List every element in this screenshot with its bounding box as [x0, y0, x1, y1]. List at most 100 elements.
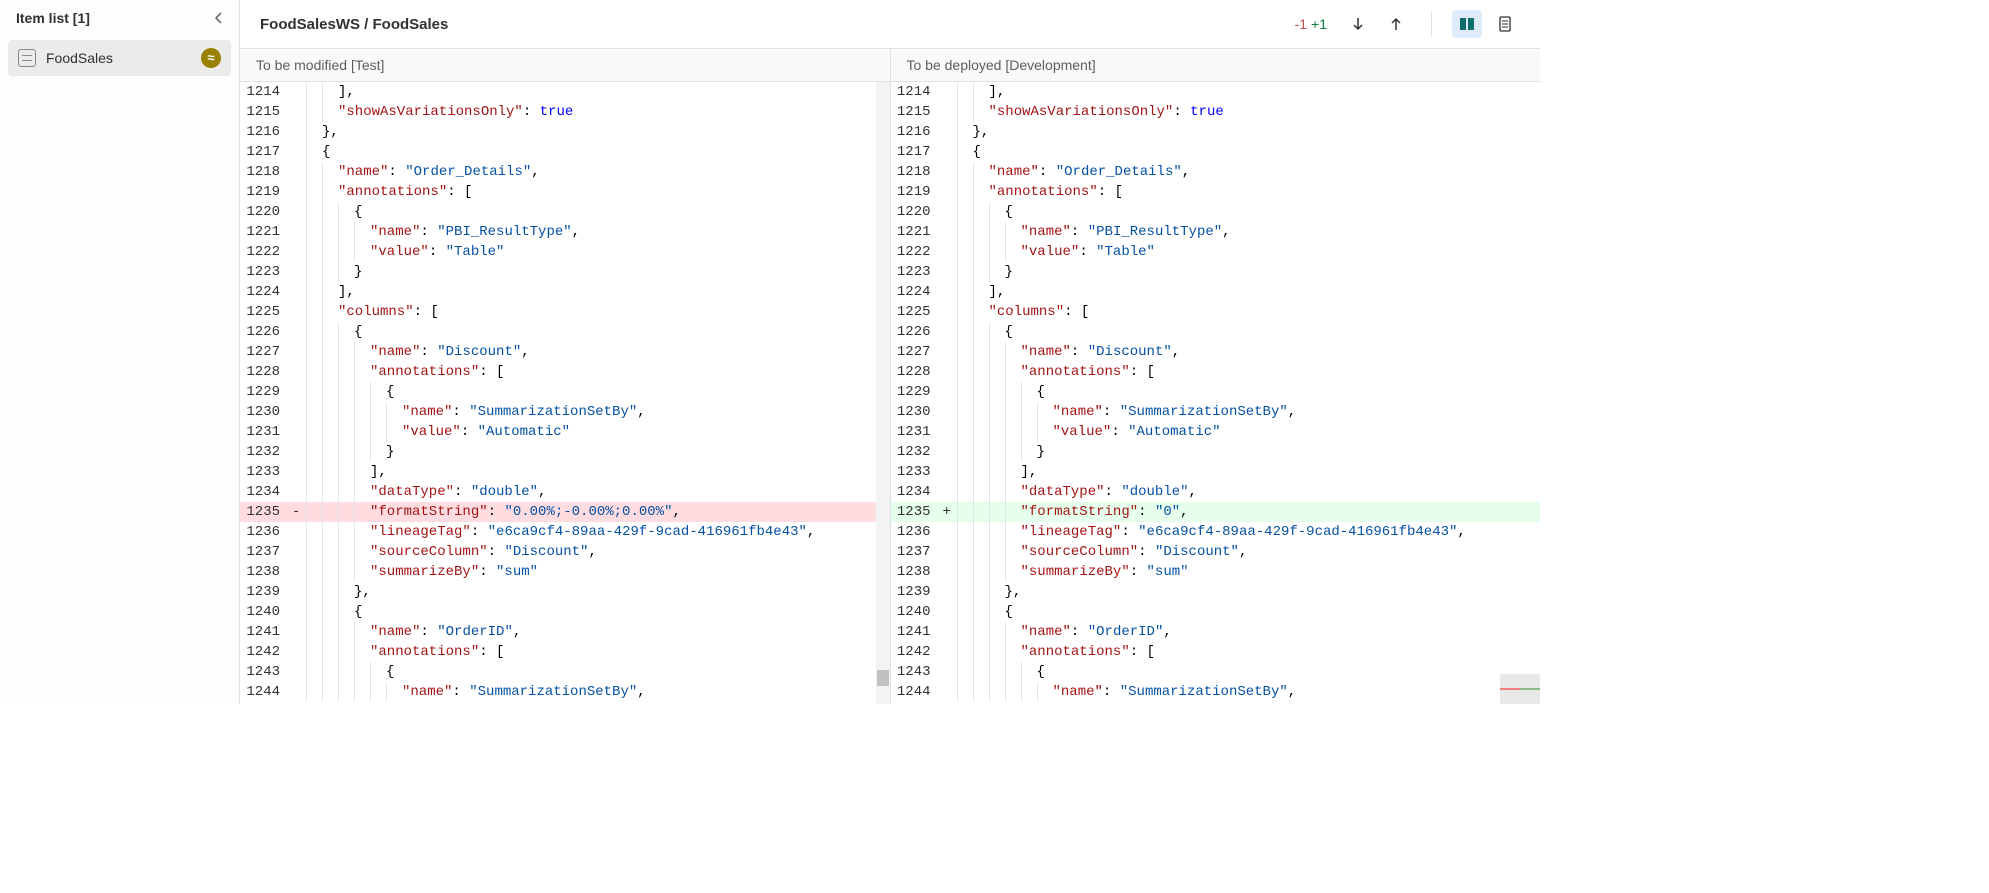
- line-number: 1234: [891, 482, 943, 502]
- code-content: "value": "Automatic": [955, 422, 1541, 442]
- code-line[interactable]: 1218"name": "Order_Details",: [891, 162, 1541, 182]
- line-number: 1229: [891, 382, 943, 402]
- code-line[interactable]: 1231"value": "Automatic": [240, 422, 890, 442]
- overview-ruler[interactable]: [1500, 674, 1540, 704]
- code-content: "annotations": [: [955, 182, 1541, 202]
- code-line[interactable]: 1229{: [240, 382, 890, 402]
- code-line[interactable]: 1238"summarizeBy": "sum": [240, 562, 890, 582]
- line-number: 1244: [240, 682, 292, 702]
- code-content: "name": "PBI_ResultType",: [955, 222, 1541, 242]
- code-line[interactable]: 1242 "annotations": [: [240, 642, 890, 662]
- left-scroll-thumb[interactable]: [877, 670, 889, 686]
- side-by-side-view-button[interactable]: [1452, 10, 1482, 38]
- code-line[interactable]: 1240{: [240, 602, 890, 622]
- code-line[interactable]: 1218"name": "Order_Details",: [240, 162, 890, 182]
- code-line[interactable]: 1214],: [240, 82, 890, 102]
- code-line[interactable]: 1226{: [240, 322, 890, 342]
- line-number: 1242: [240, 642, 292, 662]
- code-line[interactable]: 1239},: [891, 582, 1541, 602]
- code-line[interactable]: 1233],: [891, 462, 1541, 482]
- sidebar-collapse-button[interactable]: [211, 10, 227, 26]
- code-line[interactable]: 1219"annotations": [: [240, 182, 890, 202]
- code-line[interactable]: 1228"annotations": [: [240, 362, 890, 382]
- code-line[interactable]: 1223}: [891, 262, 1541, 282]
- code-line[interactable]: 1216},: [891, 122, 1541, 142]
- code-line[interactable]: 1244"name": "SummarizationSetBy",: [891, 682, 1541, 702]
- code-content: {: [304, 142, 890, 162]
- code-line[interactable]: 1220{: [240, 202, 890, 222]
- code-line[interactable]: 1236"lineageTag": "e6ca9cf4-89aa-429f-9c…: [240, 522, 890, 542]
- code-line[interactable]: 1233],: [240, 462, 890, 482]
- code-line[interactable]: 1234"dataType": "double",: [891, 482, 1541, 502]
- line-number: 1230: [240, 402, 292, 422]
- diff-marker: [292, 642, 304, 662]
- code-line[interactable]: 1230"name": "SummarizationSetBy",: [240, 402, 890, 422]
- code-line[interactable]: 1214],: [891, 82, 1541, 102]
- code-line[interactable]: 1215"showAsVariationsOnly": true: [891, 102, 1541, 122]
- code-line[interactable]: 1227"name": "Discount",: [891, 342, 1541, 362]
- code-line[interactable]: 1242"annotations": [: [891, 642, 1541, 662]
- code-line[interactable]: 1215"showAsVariationsOnly": true: [240, 102, 890, 122]
- inline-view-button[interactable]: [1490, 10, 1520, 38]
- sidebar-item-foodsales[interactable]: FoodSales: [8, 40, 231, 76]
- diff-marker: [292, 462, 304, 482]
- code-line[interactable]: 1221"name": "PBI_ResultType",: [891, 222, 1541, 242]
- code-line[interactable]: 1217{: [240, 142, 890, 162]
- code-line[interactable]: 1243{: [891, 662, 1541, 682]
- code-line[interactable]: 1237"sourceColumn": "Discount",: [240, 542, 890, 562]
- code-content: "name": "Discount",: [304, 342, 890, 362]
- code-line[interactable]: 1219"annotations": [: [891, 182, 1541, 202]
- code-line[interactable]: 1221"name": "PBI_ResultType",: [240, 222, 890, 242]
- code-line[interactable]: 1223}: [240, 262, 890, 282]
- code-line[interactable]: 1220{: [891, 202, 1541, 222]
- code-line[interactable]: 1224],: [891, 282, 1541, 302]
- code-line[interactable]: 1232}: [891, 442, 1541, 462]
- code-line[interactable]: 1225"columns": [: [240, 302, 890, 322]
- left-pane[interactable]: 1214],1215"showAsVariationsOnly": true12…: [240, 82, 891, 704]
- code-line[interactable]: 1232}: [240, 442, 890, 462]
- code-line[interactable]: 1244"name": "SummarizationSetBy",: [240, 682, 890, 702]
- code-line[interactable]: 1241"name": "OrderID",: [240, 622, 890, 642]
- code-line[interactable]: 1243{: [240, 662, 890, 682]
- code-line[interactable]: 1235-"formatString": "0.00%;-0.00%;0.00%…: [240, 502, 890, 522]
- code-line[interactable]: 1224],: [240, 282, 890, 302]
- code-line[interactable]: 1217{: [891, 142, 1541, 162]
- code-line[interactable]: 1237"sourceColumn": "Discount",: [891, 542, 1541, 562]
- code-line[interactable]: 1225"columns": [: [891, 302, 1541, 322]
- code-line[interactable]: 1234"dataType": "double",: [240, 482, 890, 502]
- code-content: "name": "Discount",: [955, 342, 1541, 362]
- line-number: 1231: [891, 422, 943, 442]
- line-number: 1220: [240, 202, 292, 222]
- code-line[interactable]: 1222"value": "Table": [891, 242, 1541, 262]
- line-number: 1222: [240, 242, 292, 262]
- line-number: 1235: [240, 502, 292, 522]
- code-line[interactable]: 1230"name": "SummarizationSetBy",: [891, 402, 1541, 422]
- prev-diff-button[interactable]: [1381, 10, 1411, 38]
- code-content: },: [304, 582, 890, 602]
- code-line[interactable]: 1236"lineageTag": "e6ca9cf4-89aa-429f-9c…: [891, 522, 1541, 542]
- line-number: 1215: [891, 102, 943, 122]
- left-scrollbar[interactable]: [876, 82, 890, 704]
- code-line[interactable]: 1222"value": "Table": [240, 242, 890, 262]
- code-line[interactable]: 1239},: [240, 582, 890, 602]
- code-line[interactable]: 1238"summarizeBy": "sum": [891, 562, 1541, 582]
- next-diff-button[interactable]: [1343, 10, 1373, 38]
- right-pane[interactable]: 1214],1215"showAsVariationsOnly": true12…: [891, 82, 1541, 704]
- code-line[interactable]: 1228"annotations": [: [891, 362, 1541, 382]
- code-line[interactable]: 1227"name": "Discount",: [240, 342, 890, 362]
- code-line[interactable]: 1241"name": "OrderID",: [891, 622, 1541, 642]
- code-line[interactable]: 1226{: [891, 322, 1541, 342]
- code-line[interactable]: 1231 "value": "Automatic": [891, 422, 1541, 442]
- code-line[interactable]: 1235+"formatString": "0",: [891, 502, 1541, 522]
- line-number: 1232: [240, 442, 292, 462]
- code-line[interactable]: 1216},: [240, 122, 890, 142]
- topbar: FoodSalesWS / FoodSales -1 +1: [240, 0, 1540, 49]
- code-line[interactable]: 1229{: [891, 382, 1541, 402]
- code-content: "annotations": [: [304, 642, 890, 662]
- diff-marker: [943, 662, 955, 682]
- chevron-left-icon: [211, 10, 227, 26]
- diff-marker: [943, 562, 955, 582]
- line-number: 1230: [891, 402, 943, 422]
- code-line[interactable]: 1240{: [891, 602, 1541, 622]
- pane-headers: To be modified [Test] To be deployed [De…: [240, 49, 1540, 82]
